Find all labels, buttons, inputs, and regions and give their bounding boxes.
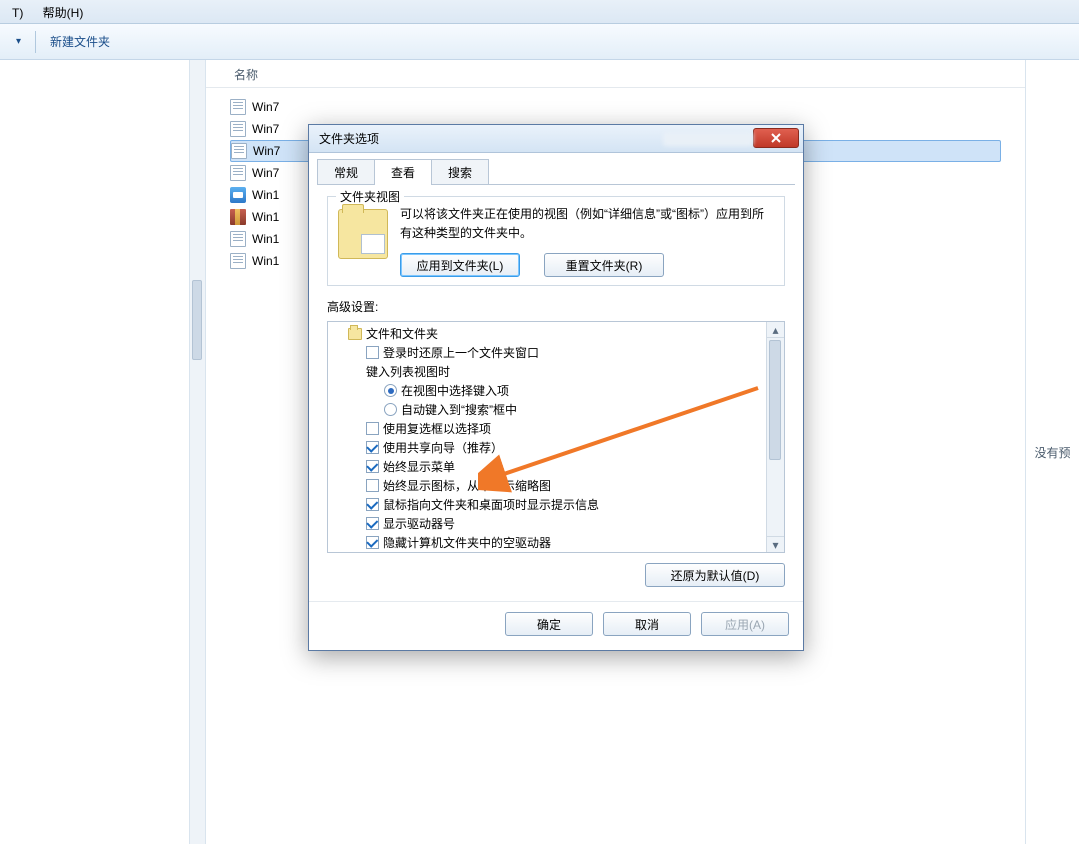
- tree-item[interactable]: 使用复选框以选择项: [330, 419, 766, 438]
- menu-bar[interactable]: T) 帮助(H): [0, 0, 1079, 24]
- file-name: Win1: [252, 210, 279, 224]
- folder-icon: [348, 328, 362, 340]
- column-header-name[interactable]: 名称: [206, 60, 1025, 88]
- tree-item-label: 始终显示图标，从不显示缩略图: [383, 477, 551, 494]
- tree-item-label: 在视图中选择键入项: [401, 382, 509, 399]
- app-file-icon: [230, 187, 246, 203]
- apply-button[interactable]: 应用(A): [701, 612, 789, 636]
- checkbox-icon[interactable]: [366, 498, 379, 511]
- file-name: Win7: [252, 166, 279, 180]
- tab-view[interactable]: 查看: [374, 159, 432, 185]
- dialog-title: 文件夹选项: [319, 130, 657, 147]
- checkbox-icon[interactable]: [366, 346, 379, 359]
- file-row[interactable]: Win7: [230, 96, 1001, 118]
- tree-item[interactable]: 始终显示菜单: [330, 457, 766, 476]
- nav-scroll-thumb[interactable]: [192, 280, 202, 360]
- scroll-up-icon[interactable]: ▴: [767, 322, 784, 338]
- tree-item[interactable]: 键入列表视图时: [330, 362, 766, 381]
- advanced-settings-label: 高级设置:: [327, 298, 785, 315]
- folder-views-group: 文件夹视图 可以将该文件夹正在使用的视图（例如“详细信息”或“图标”）应用到所有…: [327, 196, 785, 286]
- tree-item-label: 鼠标指向文件夹和桌面项时显示提示信息: [383, 496, 599, 513]
- tab-search[interactable]: 搜索: [431, 159, 489, 185]
- tree-item[interactable]: 自动键入到“搜索”框中: [330, 400, 766, 419]
- tab-general[interactable]: 常规: [317, 159, 375, 185]
- dialog-title-blur: [663, 132, 753, 146]
- tree-item-label: 隐藏计算机文件夹中的空驱动器: [383, 534, 551, 551]
- txt-file-icon: [230, 231, 246, 247]
- menu-item-help[interactable]: 帮助(H): [35, 0, 92, 25]
- tree-item-label: 自动键入到“搜索”框中: [401, 401, 517, 418]
- dialog-button-row: 确定 取消 应用(A): [309, 601, 803, 650]
- advanced-settings-tree[interactable]: 文件和文件夹登录时还原上一个文件夹窗口键入列表视图时在视图中选择键入项自动键入到…: [328, 322, 766, 552]
- tree-root-label: 文件和文件夹: [366, 325, 438, 342]
- txt-file-icon: [230, 99, 246, 115]
- tree-item[interactable]: 在视图中选择键入项: [330, 381, 766, 400]
- dialog-tabs: 常规 查看 搜索: [309, 153, 803, 185]
- checkbox-icon[interactable]: [366, 479, 379, 492]
- toolbar: ▾ 新建文件夹: [0, 24, 1079, 60]
- txt-file-icon: [230, 121, 246, 137]
- rar-file-icon: [230, 209, 246, 225]
- preview-pane: 没有预: [1025, 60, 1079, 844]
- dialog-titlebar[interactable]: 文件夹选项: [309, 125, 803, 153]
- advanced-settings-box: 文件和文件夹登录时还原上一个文件夹窗口键入列表视图时在视图中选择键入项自动键入到…: [327, 321, 785, 553]
- tree-item-label: 使用共享向导（推荐）: [383, 439, 503, 456]
- file-name: Win1: [252, 254, 279, 268]
- txt-file-icon: [231, 143, 247, 159]
- checkbox-icon[interactable]: [366, 460, 379, 473]
- toolbar-organize[interactable]: ▾: [0, 24, 35, 59]
- file-name: Win7: [252, 122, 279, 136]
- close-button[interactable]: [753, 128, 799, 148]
- checkbox-icon[interactable]: [366, 536, 379, 549]
- checkbox-icon[interactable]: [366, 441, 379, 454]
- reset-folders-button[interactable]: 重置文件夹(R): [544, 253, 664, 277]
- tree-root[interactable]: 文件和文件夹: [330, 324, 766, 343]
- txt-file-icon: [230, 253, 246, 269]
- tree-item[interactable]: 显示驱动器号: [330, 514, 766, 533]
- apply-to-folders-button[interactable]: 应用到文件夹(L): [400, 253, 520, 277]
- preview-empty-text: 没有预: [1034, 444, 1070, 461]
- file-name: Win7: [253, 144, 280, 158]
- chevron-down-icon: ▾: [14, 36, 21, 47]
- tree-item[interactable]: 始终显示图标，从不显示缩略图: [330, 476, 766, 495]
- advanced-scroll-thumb[interactable]: [769, 340, 781, 460]
- close-icon: [770, 132, 782, 144]
- folder-options-dialog: 文件夹选项 常规 查看 搜索 文件夹视图 可以将该文件夹正在使用的视图（例如“详…: [308, 124, 804, 651]
- tree-item-label: 登录时还原上一个文件夹窗口: [383, 344, 539, 361]
- nav-scrollbar[interactable]: [189, 60, 205, 844]
- folder-views-desc: 可以将该文件夹正在使用的视图（例如“详细信息”或“图标”）应用到所有这种类型的文…: [400, 205, 774, 243]
- tree-item-label: 使用复选框以选择项: [383, 420, 491, 437]
- file-name: Win1: [252, 232, 279, 246]
- tree-item-label: 始终显示菜单: [383, 458, 455, 475]
- tree-item[interactable]: 使用共享向导（推荐）: [330, 438, 766, 457]
- menu-item-tools[interactable]: T): [4, 2, 31, 24]
- scroll-down-icon[interactable]: ▾: [767, 536, 784, 552]
- navigation-pane[interactable]: [0, 60, 206, 844]
- restore-defaults-button[interactable]: 还原为默认值(D): [645, 563, 785, 587]
- folder-views-legend: 文件夹视图: [336, 188, 404, 205]
- folder-icon: [338, 209, 388, 259]
- toolbar-new-folder[interactable]: 新建文件夹: [36, 24, 124, 59]
- radio-icon[interactable]: [384, 403, 397, 416]
- file-name: Win7: [252, 100, 279, 114]
- tree-item[interactable]: 鼠标指向文件夹和桌面项时显示提示信息: [330, 495, 766, 514]
- tree-item[interactable]: 登录时还原上一个文件夹窗口: [330, 343, 766, 362]
- checkbox-icon[interactable]: [366, 517, 379, 530]
- tree-item-label: 显示驱动器号: [383, 515, 455, 532]
- file-name: Win1: [252, 188, 279, 202]
- ok-button[interactable]: 确定: [505, 612, 593, 636]
- txt-file-icon: [230, 165, 246, 181]
- tree-item-label: 键入列表视图时: [366, 363, 450, 380]
- tree-item[interactable]: 隐藏计算机文件夹中的空驱动器: [330, 533, 766, 552]
- cancel-button[interactable]: 取消: [603, 612, 691, 636]
- radio-icon[interactable]: [384, 384, 397, 397]
- checkbox-icon[interactable]: [366, 422, 379, 435]
- advanced-scrollbar[interactable]: ▴ ▾: [766, 322, 784, 552]
